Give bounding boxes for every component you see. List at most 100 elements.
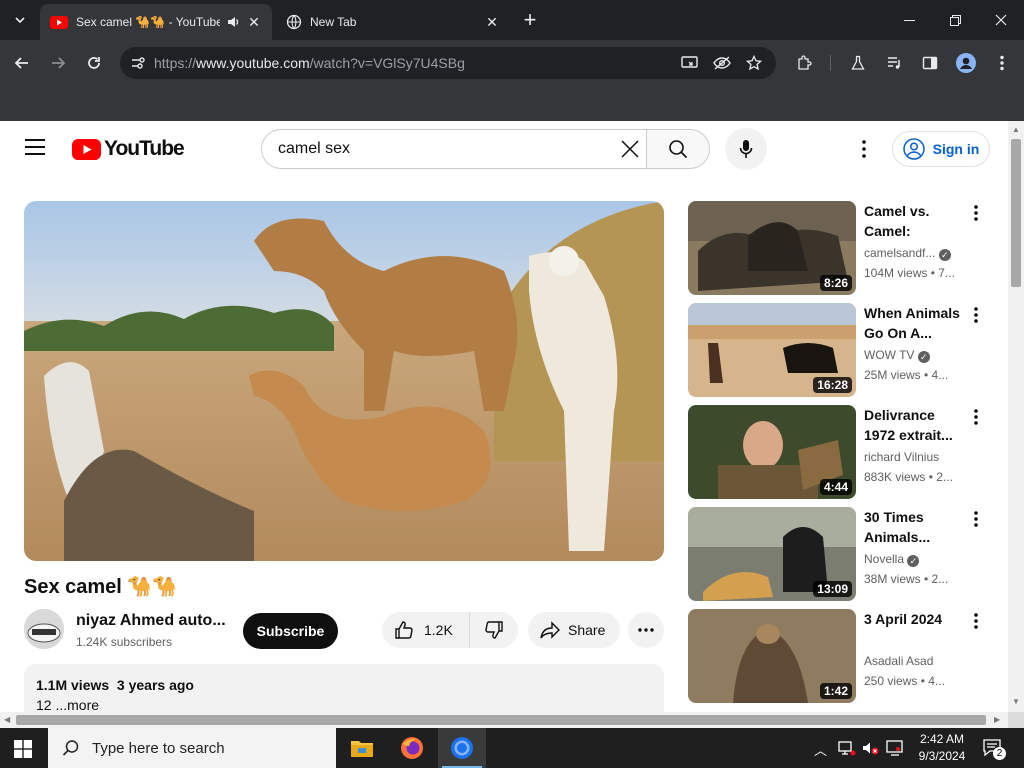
- recommendation-item[interactable]: 1:42 3 April 2024 Asadali Asad 250 views…: [688, 609, 1008, 703]
- horizontal-scroll-thumb[interactable]: [16, 715, 986, 725]
- subscriber-count: 1.24K subscribers: [76, 635, 173, 649]
- recommendation-item[interactable]: 4:44 Delivrance 1972 extrait... richard …: [688, 405, 1008, 499]
- recommendation-title[interactable]: When Animals Go On A...: [864, 303, 968, 343]
- recommendation-meta: 25M views • 4...: [864, 368, 949, 382]
- description-preview[interactable]: 12 ...more: [36, 697, 99, 713]
- toolbar-divider: [830, 55, 831, 71]
- search-input[interactable]: camel sex: [261, 129, 647, 169]
- hamburger-menu-icon[interactable]: [24, 138, 46, 156]
- chrome-menu-icon[interactable]: [988, 49, 1016, 77]
- recommendation-thumbnail[interactable]: 13:09: [688, 507, 856, 601]
- vertical-scrollbar[interactable]: ▲ ▼: [1008, 121, 1024, 712]
- video-title: Sex camel 🐪🐪: [24, 576, 178, 598]
- clear-search-icon[interactable]: [620, 139, 640, 159]
- recommendation-channel[interactable]: Asadali Asad: [864, 654, 933, 668]
- file-explorer-icon[interactable]: [350, 737, 374, 759]
- speaker-icon[interactable]: [226, 15, 240, 29]
- recommendation-item[interactable]: 16:28 When Animals Go On A... WOW TV ✓ 2…: [688, 303, 1008, 397]
- more-actions-button[interactable]: [628, 612, 664, 648]
- settings-kebab-icon[interactable]: [856, 139, 872, 159]
- reload-icon[interactable]: [80, 49, 108, 77]
- recommendation-thumbnail[interactable]: 1:42: [688, 609, 856, 703]
- scroll-down-arrow-icon[interactable]: ▼: [1012, 697, 1020, 706]
- tab-new-tab[interactable]: New Tab ✕: [276, 4, 510, 40]
- more-horizontal-icon: [638, 628, 654, 632]
- more-vert-icon[interactable]: [968, 407, 984, 427]
- recommendation-channel[interactable]: Novella ✓: [864, 552, 920, 567]
- recommendation-thumbnail[interactable]: 4:44: [688, 405, 856, 499]
- verified-check-icon: ✓: [938, 249, 951, 261]
- site-info-icon[interactable]: [130, 55, 146, 71]
- recommendation-title[interactable]: Camel vs. Camel: Anima...: [864, 201, 968, 241]
- extensions-icon[interactable]: [790, 49, 818, 77]
- recommendation-title[interactable]: 30 Times Animals...: [864, 507, 968, 547]
- labs-flask-icon[interactable]: [844, 49, 872, 77]
- taskbar-clock[interactable]: 2:42 AM 9/3/2024: [914, 731, 970, 765]
- sign-in-label: Sign in: [932, 141, 980, 157]
- show-hidden-icons-chevron-icon[interactable]: ︿: [814, 740, 827, 759]
- recommendation-thumbnail[interactable]: 16:28: [688, 303, 856, 397]
- more-vert-icon[interactable]: [968, 203, 984, 223]
- recommendation-channel[interactable]: WOW TV ✓: [864, 348, 930, 363]
- verified-check-icon: ✓: [907, 555, 920, 567]
- subscribe-button[interactable]: Subscribe: [243, 613, 338, 649]
- close-tab-icon[interactable]: ✕: [484, 14, 500, 30]
- network-icon[interactable]: [838, 740, 856, 756]
- taskbar-search-box[interactable]: Type here to search: [48, 728, 336, 768]
- recommendation-title[interactable]: 3 April 2024: [864, 609, 968, 629]
- search-button[interactable]: [646, 129, 710, 169]
- search-icon: [62, 740, 79, 756]
- clock-time: 2:42 AM: [919, 732, 965, 746]
- more-vert-icon[interactable]: [968, 305, 984, 325]
- display-icon[interactable]: [886, 740, 904, 756]
- sign-in-button[interactable]: Sign in: [892, 131, 990, 167]
- back-arrow-icon[interactable]: [8, 49, 36, 77]
- bookmark-bar: [0, 86, 1024, 121]
- bookmark-star-icon[interactable]: [740, 49, 768, 77]
- eye-off-icon[interactable]: [708, 49, 736, 77]
- youtube-logo[interactable]: YouTube: [72, 137, 185, 161]
- profile-avatar-icon[interactable]: [952, 49, 980, 77]
- recommendation-thumbnail[interactable]: 8:26: [688, 201, 856, 295]
- vertical-scroll-thumb[interactable]: [1011, 139, 1021, 287]
- video-player[interactable]: [24, 201, 664, 561]
- video-frame-image: [24, 201, 664, 561]
- windows-start-icon[interactable]: [14, 740, 32, 758]
- scrollbar-corner: [1008, 712, 1024, 728]
- scroll-right-arrow-icon[interactable]: ▶: [994, 715, 1000, 724]
- voice-search-button[interactable]: [725, 128, 767, 170]
- forward-arrow-icon[interactable]: [44, 49, 72, 77]
- scroll-left-arrow-icon[interactable]: ◀: [4, 715, 10, 724]
- recommendation-item[interactable]: 8:26 Camel vs. Camel: Anima... camelsand…: [688, 201, 1008, 295]
- channel-avatar[interactable]: [24, 609, 64, 649]
- volume-muted-icon[interactable]: [862, 740, 880, 756]
- recommendation-item[interactable]: 13:09 30 Times Animals... Novella ✓ 38M …: [688, 507, 1008, 601]
- minimize-icon[interactable]: [886, 0, 932, 40]
- chrome-taskbar-button[interactable]: [438, 728, 486, 768]
- close-window-icon[interactable]: [978, 0, 1024, 40]
- like-button[interactable]: 1.2K: [382, 612, 470, 648]
- scroll-up-arrow-icon[interactable]: ▲: [1012, 125, 1020, 134]
- notification-center-icon[interactable]: 2: [982, 738, 1006, 760]
- like-dislike-group: 1.2K: [382, 612, 518, 648]
- firefox-icon[interactable]: [400, 736, 424, 760]
- media-control-icon[interactable]: [880, 49, 908, 77]
- dislike-button[interactable]: [470, 612, 518, 648]
- close-tab-icon[interactable]: ✕: [246, 14, 262, 30]
- tab-active[interactable]: Sex camel 🐪🐪 - YouTube ✕: [40, 4, 272, 40]
- recommendation-channel[interactable]: camelsandf... ✓: [864, 246, 951, 261]
- side-panel-icon[interactable]: [916, 49, 944, 77]
- recommendation-channel[interactable]: richard Vilnius: [864, 450, 939, 464]
- horizontal-scrollbar[interactable]: ◀ ▶: [0, 712, 1008, 728]
- more-vert-icon[interactable]: [968, 611, 984, 631]
- recommendation-title[interactable]: Delivrance 1972 extrait...: [864, 405, 968, 445]
- cast-icon[interactable]: [676, 49, 704, 77]
- recommendation-meta: 883K views • 2...: [864, 470, 953, 484]
- share-button[interactable]: Share: [528, 612, 620, 648]
- more-vert-icon[interactable]: [968, 509, 984, 529]
- new-tab-plus-icon[interactable]: +: [516, 6, 544, 34]
- tab-search-button[interactable]: [6, 6, 34, 34]
- channel-name[interactable]: niyaz Ahmed auto...: [76, 612, 226, 630]
- restore-icon[interactable]: [932, 0, 978, 40]
- views-and-date: 1.1M views 3 years ago: [36, 677, 194, 693]
